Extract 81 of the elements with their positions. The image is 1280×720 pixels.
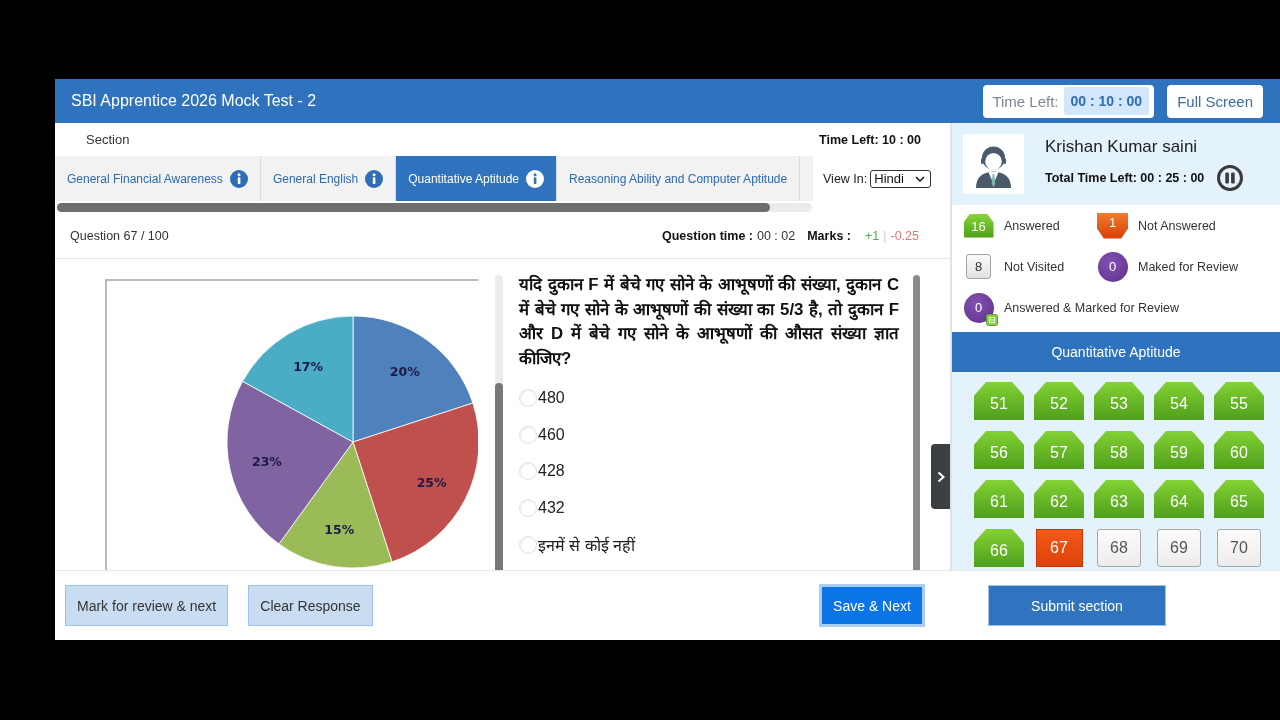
question-number-button[interactable]: 58: [1094, 431, 1144, 469]
question-number-button[interactable]: 52: [1034, 382, 1084, 420]
legend-label: Answered: [1004, 218, 1060, 233]
view-in-label: View In:: [823, 171, 868, 186]
radio-button[interactable]: [519, 425, 537, 444]
question-number-button[interactable]: 62: [1034, 480, 1084, 518]
positive-marks: +1: [865, 228, 880, 243]
question-time-value: 00 : 02: [756, 228, 796, 243]
section-tab[interactable]: Quantitative Aptitude: [396, 156, 557, 201]
legend-label: Maked for Review: [1138, 259, 1239, 274]
timer-label: Time Left:: [992, 92, 1059, 110]
question-number-button[interactable]: 67: [1035, 529, 1083, 567]
option-label[interactable]: 460: [538, 425, 565, 444]
caret-icon: [915, 175, 926, 182]
language-dropdown[interactable]: Hindi: [870, 169, 932, 188]
scrollbar[interactable]: [495, 275, 503, 570]
candidate-name: Krishan Kumar saini: [1045, 137, 1199, 157]
question-number-button[interactable]: 55: [1214, 382, 1264, 420]
info-icon[interactable]: [526, 169, 544, 188]
full-screen-button[interactable]: Full Screen: [1167, 84, 1263, 118]
option-label[interactable]: 432: [538, 499, 565, 518]
count-badge: 1: [1097, 212, 1128, 239]
question-number-button[interactable]: 56: [974, 431, 1024, 469]
option-label[interactable]: 480: [538, 389, 565, 408]
question-number-button[interactable]: 65: [1214, 480, 1264, 518]
question-number-button[interactable]: 54: [1154, 382, 1204, 420]
section-header: Quantitative Aptitude: [952, 332, 1280, 372]
legend-label: Not Visited: [1004, 259, 1065, 274]
timer-value: 00 : 10 : 00: [1063, 87, 1150, 115]
question-text: यदि दुकान F में बेचे गए सोने के आभूषणों की संख्या, दुकान C में बेचे गए सोने के आभूषणों की संख्या का 5/3 है, तो दुकान F और D में बेचे गए सोने के आभूषणों की औसत संख्या ज्ञात कीजिए?: [519, 273, 899, 370]
question-number-button[interactable]: 64: [1154, 480, 1204, 518]
question-number-button[interactable]: 70: [1217, 529, 1261, 567]
marks-label: Marks :: [807, 228, 851, 243]
count-badge: 0: [1097, 251, 1128, 282]
pause-icon[interactable]: [1217, 165, 1244, 191]
save-next-button[interactable]: Save & Next: [822, 587, 922, 624]
radio-button[interactable]: [519, 389, 537, 408]
negative-marks: -0.25: [890, 228, 919, 243]
info-icon[interactable]: [365, 169, 384, 188]
submit-section-button[interactable]: Submit section: [988, 585, 1166, 626]
clear-response-button[interactable]: Clear Response: [248, 585, 373, 626]
data-label: 17%: [293, 359, 324, 375]
question-number-button[interactable]: 63: [1094, 480, 1144, 518]
mark-review-button[interactable]: Mark for review & next: [65, 585, 229, 626]
count-badge: 8: [966, 254, 991, 279]
question-number-button[interactable]: 51: [974, 382, 1024, 420]
data-label: 20%: [389, 363, 420, 379]
chevron-icon: [936, 470, 945, 483]
count-badge: 16: [963, 213, 994, 238]
data-label: 23%: [251, 454, 282, 470]
option-label[interactable]: इनमें से कोई नहीं: [538, 533, 636, 556]
scrollbar-thumb[interactable]: [913, 275, 920, 570]
info-icon[interactable]: [229, 169, 248, 188]
question-number-button[interactable]: 68: [1097, 529, 1141, 567]
question-number-button[interactable]: 66: [974, 529, 1024, 567]
section-timer: Time Left: 10 : 00: [819, 132, 921, 147]
exam-title: SBI Apprentice 2026 Mock Test - 2: [71, 92, 318, 110]
count-badge: 0: [963, 292, 994, 323]
data-label: 15%: [324, 522, 355, 538]
question-number-button[interactable]: 53: [1094, 382, 1144, 420]
radio-button[interactable]: [519, 499, 537, 518]
question-number-button[interactable]: 60: [1214, 431, 1264, 469]
question-number-button[interactable]: 61: [974, 480, 1024, 518]
section-label: Section: [86, 132, 130, 147]
question-number-button[interactable]: 57: [1034, 431, 1084, 469]
legend-label: Not Answered: [1138, 218, 1216, 233]
avatar-icon: [963, 134, 1024, 194]
question-number-button[interactable]: 69: [1157, 529, 1201, 567]
question-number-button[interactable]: 59: [1154, 431, 1204, 469]
scrollbar-thumb[interactable]: [495, 383, 503, 570]
option-label[interactable]: 428: [538, 462, 565, 481]
radio-button[interactable]: [519, 462, 537, 481]
total-time-left: Total Time Left: 00 : 25 : 00: [1045, 171, 1205, 185]
question-time-label: Question time :: [662, 228, 753, 243]
question-number: Question 67 / 100: [70, 228, 169, 243]
panel-toggle-button[interactable]: [931, 444, 950, 509]
square-icon: [986, 313, 998, 326]
marks-separator: |: [883, 228, 887, 243]
radio-button[interactable]: [519, 535, 537, 554]
legend-label: Answered & Marked for Review: [1004, 300, 1180, 315]
data-label: 25%: [416, 475, 447, 490]
